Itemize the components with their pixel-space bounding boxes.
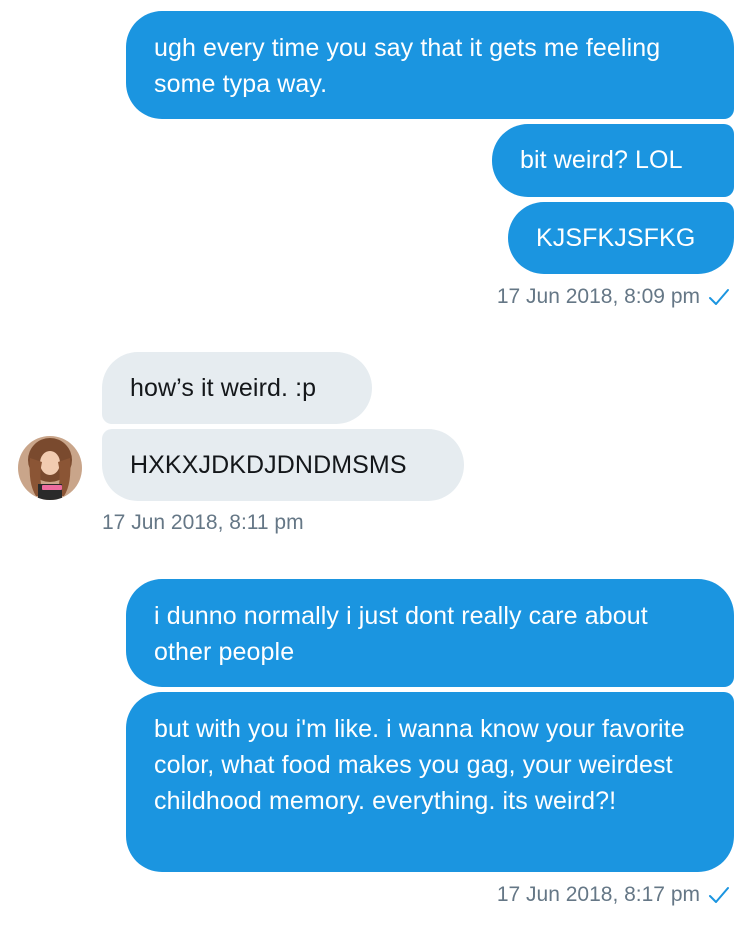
received-message[interactable]: how’s it weird. :p: [102, 352, 372, 424]
message-text: how’s it weird. :p: [130, 374, 317, 402]
timestamp-text: 17 Jun 2018, 8:11 pm: [102, 511, 304, 534]
message-text: but with you i'm like. i wanna know your…: [154, 715, 685, 815]
timestamp-text: 17 Jun 2018, 8:17 pm: [496, 883, 700, 906]
sent-message[interactable]: KJSFKJSFKG: [508, 202, 734, 274]
sent-message[interactable]: bit weird? LOL: [492, 124, 734, 197]
sent-message[interactable]: but with you i'm like. i wanna know your…: [126, 692, 734, 872]
timestamp-text: 17 Jun 2018, 8:09 pm: [496, 285, 700, 308]
message-text: i dunno normally i just dont really care…: [154, 602, 648, 666]
message-text: bit weird? LOL: [520, 146, 683, 174]
message-timestamp: 17 Jun 2018, 8:09 pm: [497, 284, 730, 310]
check-icon: [709, 289, 729, 305]
message-text: ugh every time you say that it gets me f…: [154, 34, 661, 98]
check-icon: [709, 887, 729, 903]
message-text: KJSFKJSFKG: [536, 224, 696, 252]
avatar-image: [18, 436, 82, 500]
message-timestamp: 17 Jun 2018, 8:11 pm: [102, 510, 304, 536]
sent-message[interactable]: ugh every time you say that it gets me f…: [126, 11, 734, 119]
message-text: HXKXJDKDJDNDMSMS: [130, 451, 407, 479]
avatar[interactable]: [18, 436, 82, 500]
message-timestamp: 17 Jun 2018, 8:17 pm: [497, 882, 730, 908]
received-message[interactable]: HXKXJDKDJDNDMSMS: [102, 429, 464, 501]
sent-message[interactable]: i dunno normally i just dont really care…: [126, 579, 734, 687]
